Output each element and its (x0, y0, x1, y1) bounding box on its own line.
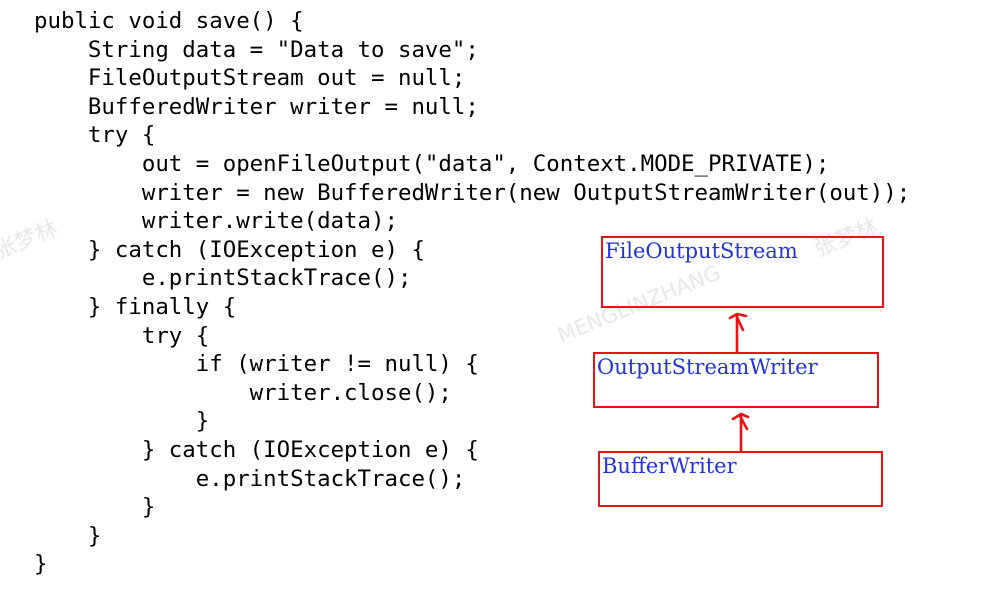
arrow-up-icon (728, 312, 748, 354)
arrows-layer (728, 312, 750, 453)
arrow-up-icon (731, 412, 750, 453)
